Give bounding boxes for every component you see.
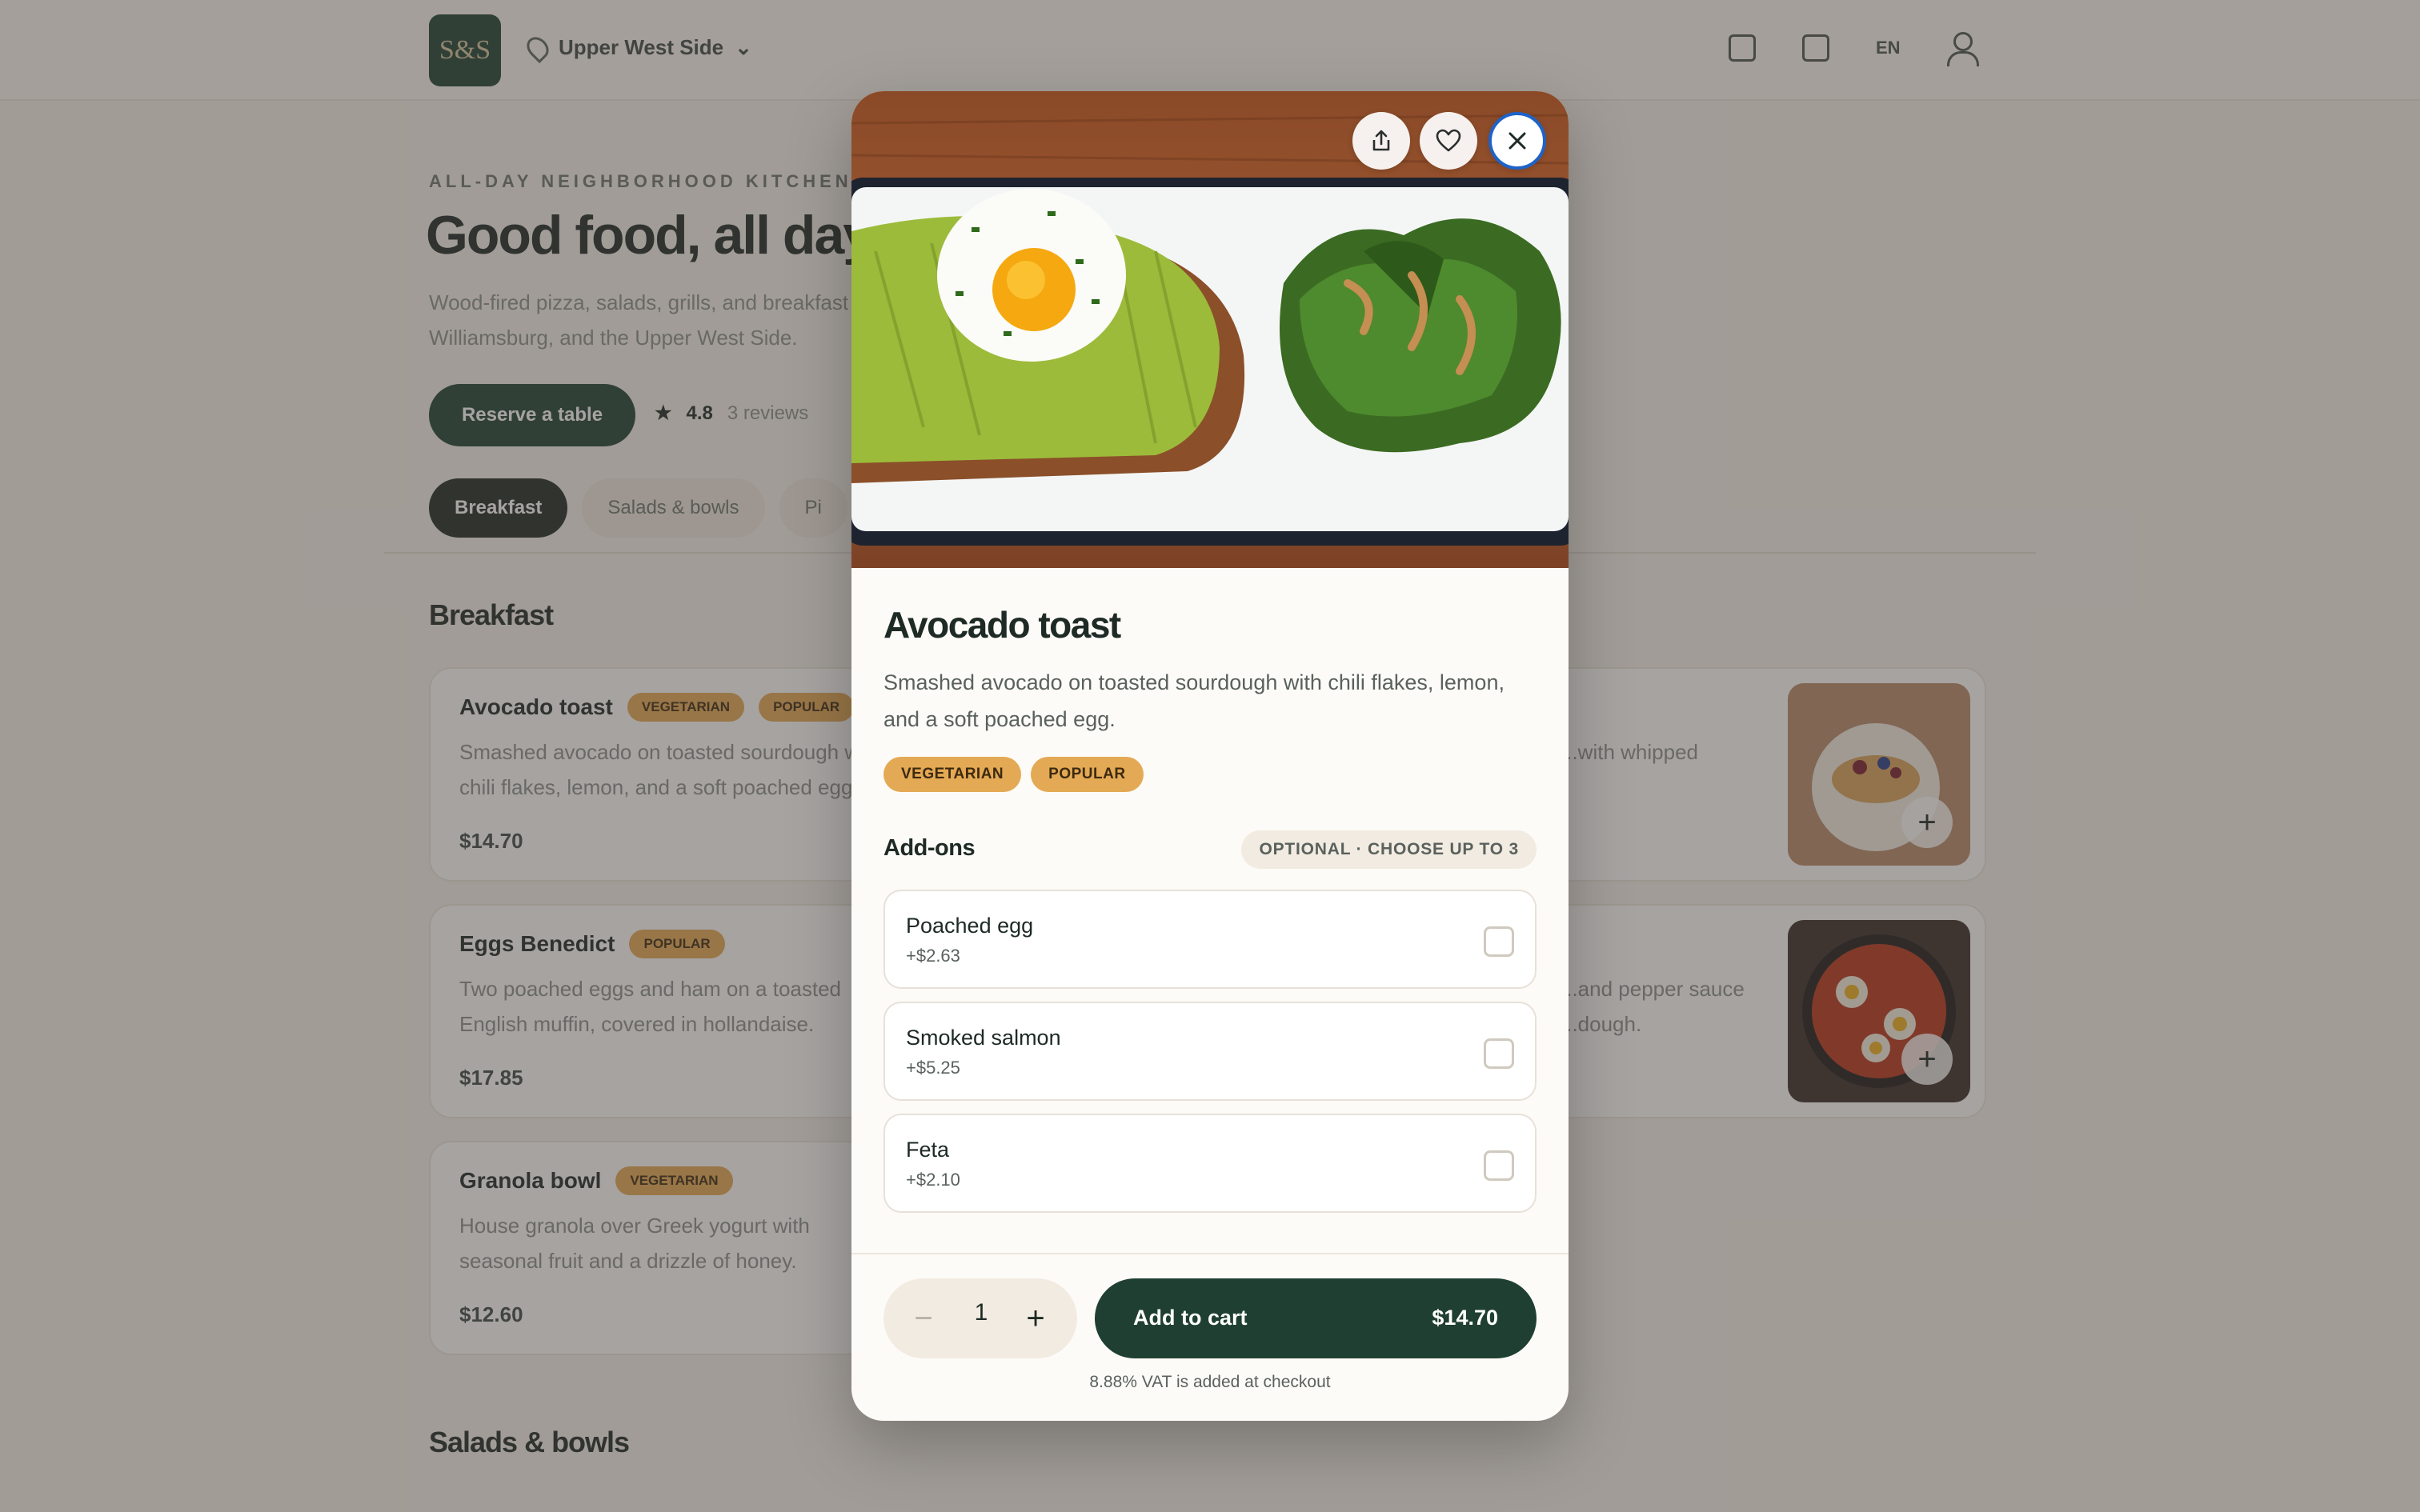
addon-checkbox[interactable] (1484, 1038, 1514, 1069)
addon-name: Poached egg (906, 914, 1034, 938)
addon-option-smoked-salmon[interactable]: Smoked salmon +$5.25 (883, 1002, 1537, 1101)
footer-divider (851, 1253, 1569, 1254)
addon-option-feta[interactable]: Feta +$2.10 (883, 1114, 1537, 1213)
item-title: Avocado toast (883, 604, 1121, 646)
increase-quantity-button[interactable]: + (1018, 1301, 1053, 1336)
close-button[interactable] (1488, 112, 1546, 170)
addon-price: +$2.63 (906, 946, 960, 966)
share-icon (1372, 130, 1390, 151)
decrease-quantity-button[interactable]: − (908, 1302, 940, 1334)
vat-note: 8.88% VAT is added at checkout (1089, 1373, 1331, 1391)
quantity-value: 1 (974, 1299, 988, 1326)
item-detail-modal: Avocado toast Smashed avocado on toasted… (851, 91, 1569, 1421)
close-icon (1508, 132, 1526, 150)
addon-option-poached-egg[interactable]: Poached egg +$2.63 (883, 890, 1537, 989)
tag-popular: POPULAR (1031, 757, 1144, 792)
addon-checkbox[interactable] (1484, 926, 1514, 957)
add-to-cart-button[interactable]: Add to cart $14.70 (1095, 1278, 1537, 1358)
quantity-stepper: − 1 + (883, 1278, 1077, 1358)
heart-icon (1436, 129, 1461, 152)
item-description: Smashed avocado on toasted sourdough wit… (883, 670, 1504, 731)
favorite-button[interactable] (1420, 112, 1477, 170)
addon-name: Smoked salmon (906, 1026, 1061, 1050)
share-button[interactable] (1352, 112, 1410, 170)
addon-checkbox[interactable] (1484, 1150, 1514, 1181)
tag-vegetarian: VEGETARIAN (883, 757, 1022, 792)
item-tags: VEGETARIAN POPULAR (883, 757, 1144, 792)
addon-price: +$2.10 (906, 1170, 960, 1190)
addons-heading: Add-ons (883, 835, 976, 861)
addons-hint-badge: OPTIONAL · CHOOSE UP TO 3 (1241, 830, 1537, 869)
add-to-cart-label: Add to cart (1133, 1306, 1248, 1330)
cart-total: $14.70 (1432, 1306, 1498, 1330)
addon-price: +$5.25 (906, 1058, 960, 1078)
addon-name: Feta (906, 1138, 950, 1162)
